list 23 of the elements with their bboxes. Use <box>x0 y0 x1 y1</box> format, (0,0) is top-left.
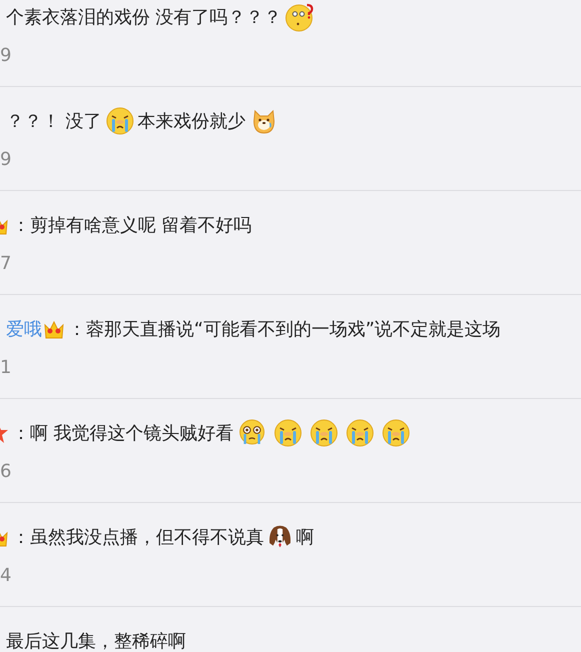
crying-face-icon <box>272 418 303 448</box>
like-count: 6 <box>0 461 12 482</box>
puzzled-face-icon <box>284 2 315 32</box>
comment-text: ：剪掉有啥意义呢 留着不好吗 <box>12 214 252 237</box>
crying-face-icon <box>104 106 135 136</box>
comment-text: 个素衣落泪的戏份 没有了吗？？？ <box>6 6 282 29</box>
comment-text: ：啊 我觉得这个镜头贼好看 <box>12 422 234 445</box>
like-count: 1 <box>0 357 12 378</box>
crying-face-icon <box>308 418 339 448</box>
like-count: 9 <box>0 149 12 170</box>
crying-face-icon <box>344 418 375 448</box>
comment-text: 最后这几集，整稀碎啊 <box>6 630 186 652</box>
like-count: 9 <box>0 45 12 66</box>
crying-face-icon <box>380 418 411 448</box>
hound-dog-icon <box>267 524 293 550</box>
comment-text: 本来戏份就少 <box>138 110 246 133</box>
comment-text: ？？！ 没了 <box>6 110 102 133</box>
comment-text: ：蓉那天直播说“可能看不到的一场戏”说不定就是这场 <box>68 318 501 341</box>
comment-text: 啊 <box>296 526 314 549</box>
like-count: 4 <box>0 565 12 586</box>
like-count: 7 <box>0 253 12 274</box>
comment-text: ：虽然我没点播，但不得不说真 <box>12 526 264 549</box>
username-link[interactable]: 爱哦 <box>6 317 42 341</box>
